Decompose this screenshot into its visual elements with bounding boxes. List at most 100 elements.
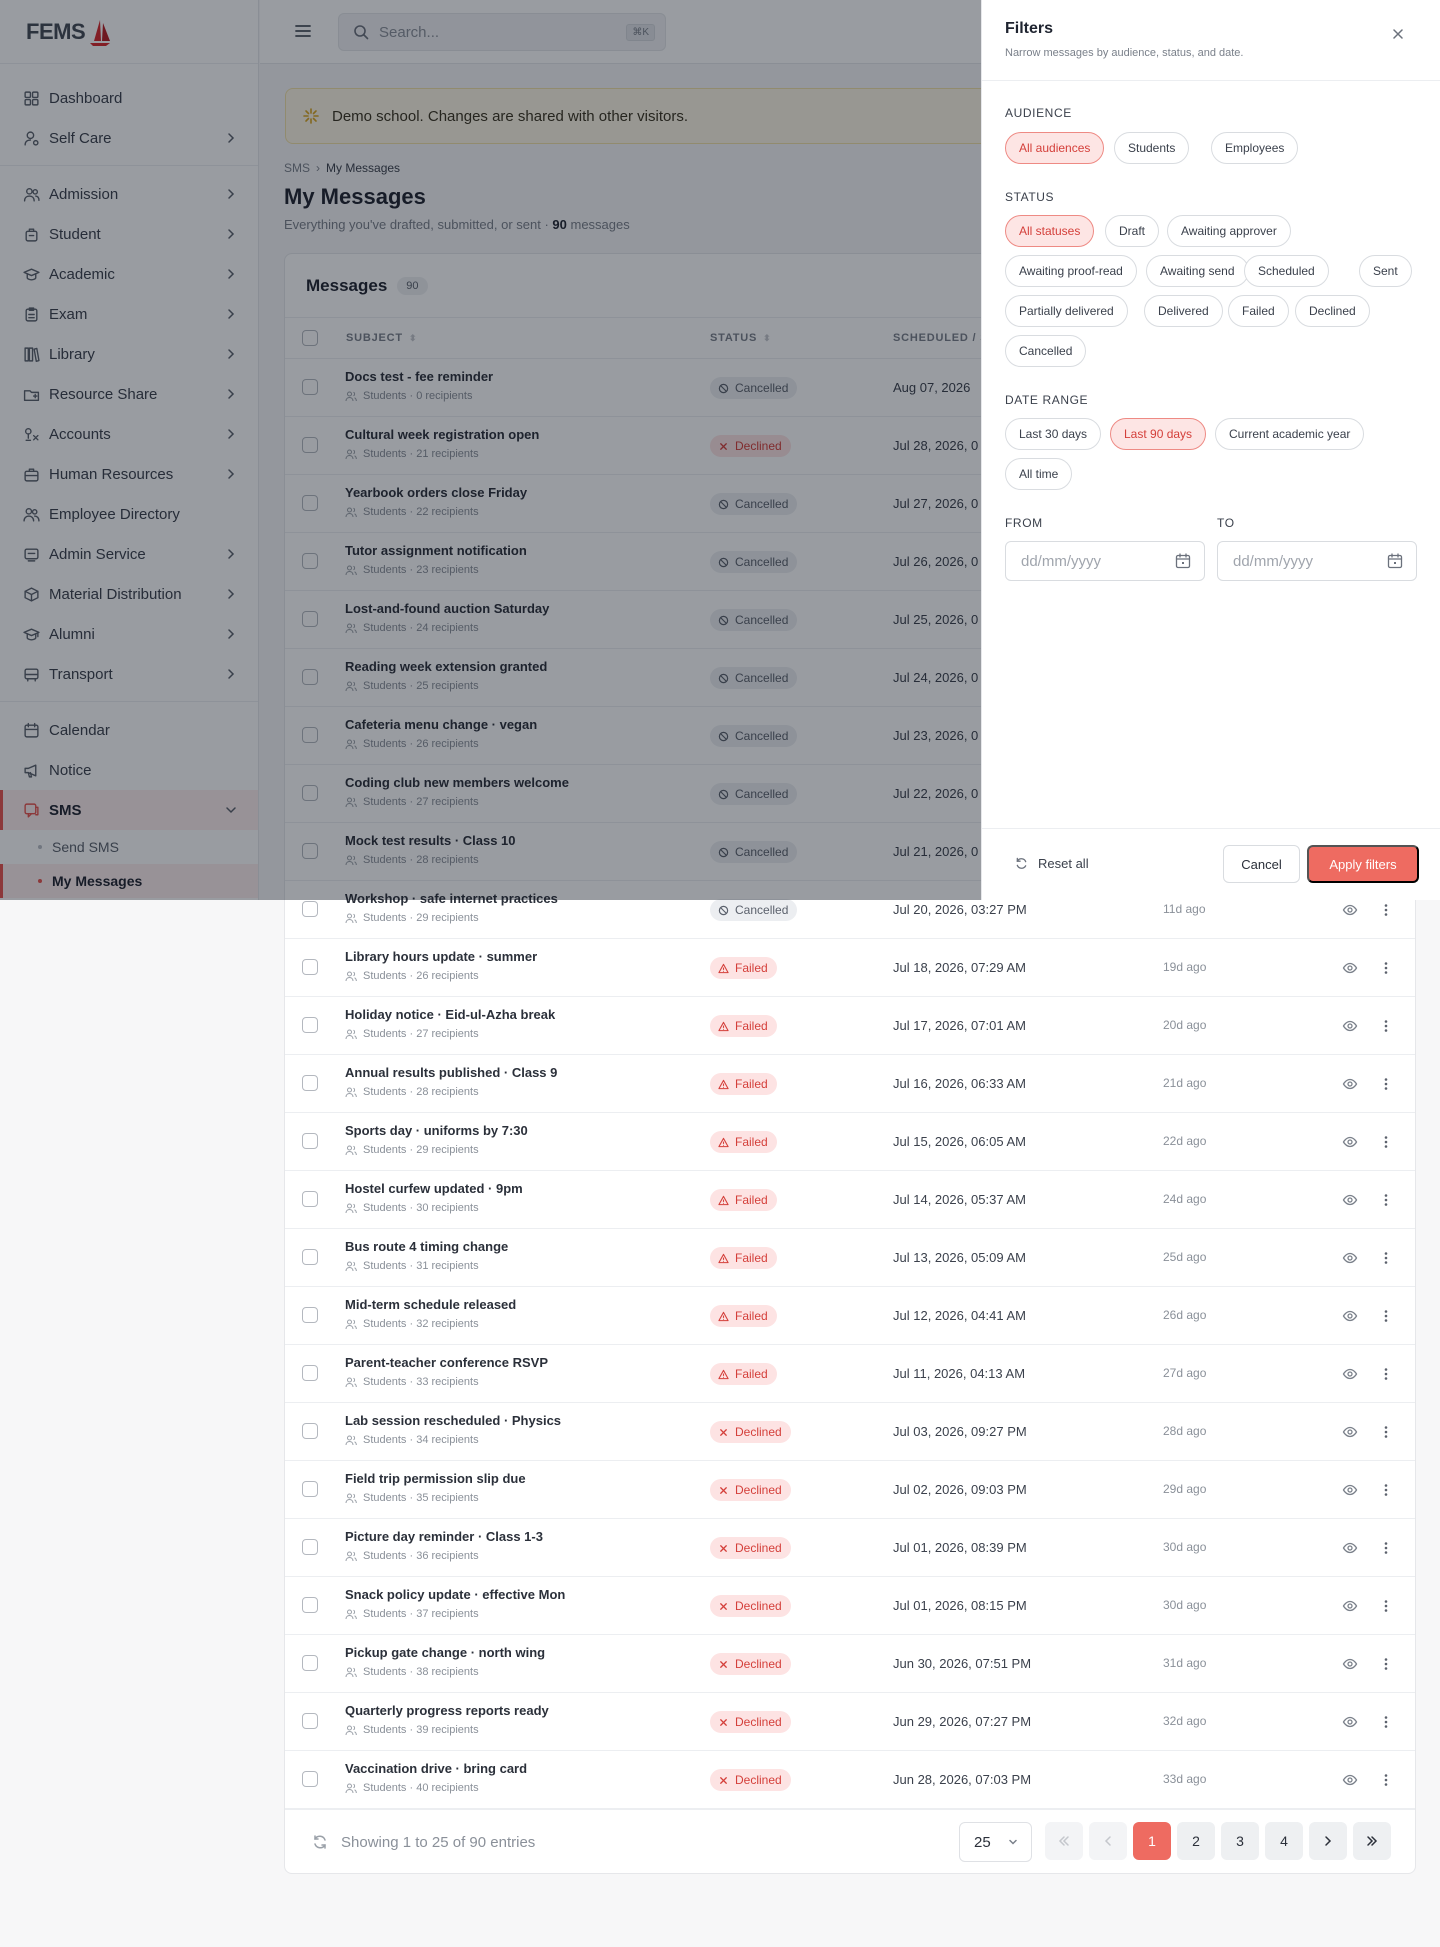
prev-page-button[interactable] [1089,1822,1127,1860]
apply-filters-button[interactable]: Apply filters [1307,845,1419,883]
more-vertical-icon[interactable] [1378,1366,1394,1382]
eye-icon[interactable] [1342,1424,1358,1440]
more-vertical-icon[interactable] [1378,1714,1394,1730]
eye-icon[interactable] [1342,1598,1358,1614]
chip-declined[interactable]: Declined [1295,295,1370,327]
message-subject[interactable]: Hostel curfew updated · 9pm [345,1181,523,1196]
last-page-button[interactable] [1353,1822,1391,1860]
message-subject[interactable]: Sports day · uniforms by 7:30 [345,1123,528,1138]
row-checkbox[interactable] [302,1481,318,1497]
row-checkbox[interactable] [302,1191,318,1207]
table-row[interactable]: Mid-term schedule released Students · 32 … [285,1287,1415,1345]
table-row[interactable]: Parent-teacher conference RSVP Students ·… [285,1345,1415,1403]
row-checkbox[interactable] [302,1539,318,1555]
more-vertical-icon[interactable] [1378,1076,1394,1092]
row-checkbox[interactable] [302,1597,318,1613]
chip-sent[interactable]: Sent [1359,255,1412,287]
eye-icon[interactable] [1342,1772,1358,1788]
message-subject[interactable]: Library hours update · summer [345,949,537,964]
eye-icon[interactable] [1342,902,1358,918]
refresh-icon[interactable] [312,1834,328,1850]
more-vertical-icon[interactable] [1378,1482,1394,1498]
row-checkbox[interactable] [302,1655,318,1671]
table-row[interactable]: Field trip permission slip due Students ·… [285,1461,1415,1519]
table-row[interactable]: Quarterly progress reports ready Students… [285,1693,1415,1751]
table-row[interactable]: Snack policy update · effective Mon Stude… [285,1577,1415,1635]
eye-icon[interactable] [1342,1366,1358,1382]
chip-cancelled[interactable]: Cancelled [1005,335,1087,367]
chip-students[interactable]: Students [1114,132,1190,164]
to-date-input[interactable]: dd/mm/yyyy [1217,541,1417,581]
table-row[interactable]: Holiday notice · Eid-ul-Azha break Studen… [285,997,1415,1055]
chip-all-statuses[interactable]: All statuses [1005,215,1095,247]
eye-icon[interactable] [1342,1250,1358,1266]
table-row[interactable]: Picture day reminder · Class 1-3 Students… [285,1519,1415,1577]
row-checkbox[interactable] [302,1307,318,1323]
chip-draft[interactable]: Draft [1105,215,1160,247]
table-row[interactable]: Sports day · uniforms by 7:30 Students · … [285,1113,1415,1171]
eye-icon[interactable] [1342,1076,1358,1092]
eye-icon[interactable] [1342,960,1358,976]
message-subject[interactable]: Quarterly progress reports ready [345,1703,549,1718]
chip-scheduled[interactable]: Scheduled [1244,255,1329,287]
eye-icon[interactable] [1342,1018,1358,1034]
message-subject[interactable]: Parent-teacher conference RSVP [345,1355,548,1370]
eye-icon[interactable] [1342,1134,1358,1150]
calendar-icon[interactable] [1174,552,1192,570]
chip-all-time[interactable]: All time [1005,458,1073,490]
more-vertical-icon[interactable] [1378,1424,1394,1440]
page-button-2[interactable]: 2 [1177,1822,1215,1860]
row-checkbox[interactable] [302,1249,318,1265]
message-subject[interactable]: Bus route 4 timing change [345,1239,508,1254]
chip-failed[interactable]: Failed [1228,295,1289,327]
message-subject[interactable]: Snack policy update · effective Mon [345,1587,565,1602]
next-page-button[interactable] [1309,1822,1347,1860]
message-subject[interactable]: Pickup gate change · north wing [345,1645,545,1660]
message-subject[interactable]: Lab session rescheduled · Physics [345,1413,561,1428]
row-checkbox[interactable] [302,1017,318,1033]
chip-current-academic-year[interactable]: Current academic year [1215,418,1365,450]
row-checkbox[interactable] [302,901,318,917]
row-checkbox[interactable] [302,1365,318,1381]
row-checkbox[interactable] [302,959,318,975]
more-vertical-icon[interactable] [1378,1598,1394,1614]
message-subject[interactable]: Annual results published · Class 9 [345,1065,557,1080]
more-vertical-icon[interactable] [1378,1308,1394,1324]
row-checkbox[interactable] [302,1133,318,1149]
calendar-icon[interactable] [1386,552,1404,570]
chip-employees[interactable]: Employees [1211,132,1299,164]
more-vertical-icon[interactable] [1378,1540,1394,1556]
message-subject[interactable]: Vaccination drive · bring card [345,1761,527,1776]
more-vertical-icon[interactable] [1378,1192,1394,1208]
row-checkbox[interactable] [302,1075,318,1091]
table-row[interactable]: Annual results published · Class 9 Studen… [285,1055,1415,1113]
per-page-select[interactable]: 25 [959,1822,1032,1862]
table-row[interactable]: Bus route 4 timing change Students · 31 r… [285,1229,1415,1287]
chip-delivered[interactable]: Delivered [1144,295,1223,327]
cancel-button[interactable]: Cancel [1223,845,1300,883]
table-row[interactable]: Hostel curfew updated · 9pm Students · 30… [285,1171,1415,1229]
page-button-3[interactable]: 3 [1221,1822,1259,1860]
message-subject[interactable]: Holiday notice · Eid-ul-Azha break [345,1007,555,1022]
message-subject[interactable]: Mid-term schedule released [345,1297,516,1312]
eye-icon[interactable] [1342,1714,1358,1730]
table-row[interactable]: Lab session rescheduled · Physics Student… [285,1403,1415,1461]
chip-last-90-days[interactable]: Last 90 days [1110,418,1207,450]
chip-partially-delivered[interactable]: Partially delivered [1005,295,1128,327]
page-button-1[interactable]: 1 [1133,1822,1171,1860]
more-vertical-icon[interactable] [1378,960,1394,976]
row-checkbox[interactable] [302,1423,318,1439]
eye-icon[interactable] [1342,1308,1358,1324]
table-row[interactable]: Library hours update · summer Students · … [285,939,1415,997]
more-vertical-icon[interactable] [1378,1018,1394,1034]
table-row[interactable]: Vaccination drive · bring card Students ·… [285,1751,1415,1809]
row-checkbox[interactable] [302,1713,318,1729]
more-vertical-icon[interactable] [1378,1772,1394,1788]
more-vertical-icon[interactable] [1378,1656,1394,1672]
table-row[interactable]: Pickup gate change · north wing Students … [285,1635,1415,1693]
chip-all-audiences[interactable]: All audiences [1005,132,1105,164]
close-icon[interactable] [1390,26,1406,42]
chip-awaiting-send[interactable]: Awaiting send [1146,255,1249,287]
more-vertical-icon[interactable] [1378,1134,1394,1150]
eye-icon[interactable] [1342,1540,1358,1556]
